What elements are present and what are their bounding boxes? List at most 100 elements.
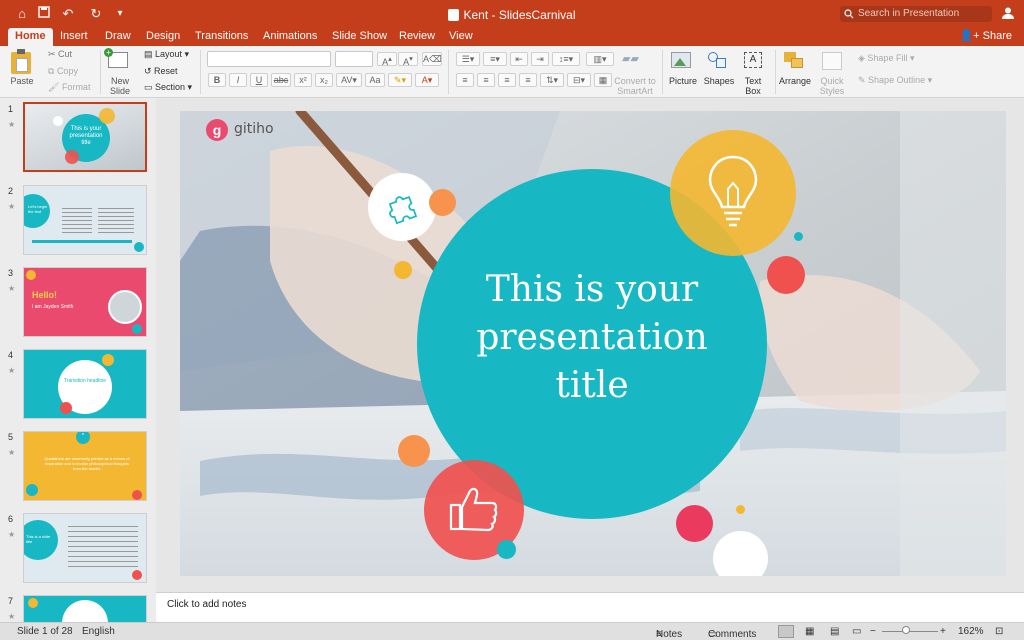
slide-thumbnail-5[interactable]: “ Quotations are commonly printed as a m… <box>23 431 147 501</box>
highlight-button[interactable]: ✎▾ <box>388 73 412 87</box>
cut-button[interactable]: ✂ Cut <box>48 48 72 60</box>
slide-thumbnail-1[interactable]: This is your presentation title <box>23 102 147 172</box>
reset-button[interactable]: ↺ Reset <box>144 65 178 77</box>
shapes-icon[interactable] <box>708 52 728 68</box>
search-placeholder: Search in Presentation <box>858 8 960 19</box>
tab-view[interactable]: View <box>442 28 480 46</box>
clear-format-button[interactable]: A⌫ <box>422 52 442 66</box>
tab-draw[interactable]: Draw <box>98 28 138 46</box>
slideshow-icon[interactable]: ▭ <box>852 626 861 637</box>
layout-button[interactable]: ▤ Layout ▾ <box>144 48 189 60</box>
align-center-button[interactable]: ≡ <box>477 73 495 87</box>
tab-home[interactable]: Home <box>8 28 53 46</box>
search-icon <box>844 9 854 19</box>
share-icon: 👤+ <box>959 30 983 42</box>
brush-icon: 🖌 <box>48 82 62 92</box>
tab-insert[interactable]: Insert <box>53 28 95 46</box>
tab-slide-show[interactable]: Slide Show <box>325 28 394 46</box>
paste-icon[interactable] <box>11 49 31 74</box>
slide-thumbnail-7[interactable] <box>23 595 147 622</box>
zoom-level[interactable]: 162% <box>958 626 984 637</box>
align-text-button[interactable]: ⊟▾ <box>567 73 591 87</box>
character-spacing-button[interactable]: AV▾ <box>336 73 362 87</box>
slide-thumbnail-4[interactable]: Transition headline <box>23 349 147 419</box>
change-case-button[interactable]: Aa <box>365 73 385 87</box>
decrease-indent-button[interactable]: ⇤ <box>510 52 528 66</box>
superscript-button[interactable]: x² <box>294 73 312 87</box>
align-left-button[interactable]: ≡ <box>456 73 474 87</box>
arrange-icon[interactable] <box>784 52 804 70</box>
ribbon: Paste ✂ Cut ⧉ Copy 🖌 Format + New Slide ▤… <box>0 46 1024 98</box>
slide-sorter-icon[interactable]: ▦ <box>805 626 814 637</box>
copy-button[interactable]: ⧉ Copy <box>48 65 78 77</box>
subscript-button[interactable]: x₂ <box>315 73 333 87</box>
picture-button[interactable]: Picture <box>667 76 699 86</box>
quick-styles-icon[interactable] <box>822 52 842 70</box>
normal-view-icon[interactable] <box>778 625 794 638</box>
shapes-button[interactable]: Shapes <box>702 76 736 86</box>
increase-font-button[interactable]: A▴ <box>377 52 397 67</box>
cut-label: Cut <box>58 49 73 59</box>
line-spacing-button[interactable]: ↕≡▾ <box>552 52 580 66</box>
textbox-button[interactable]: Text Box <box>738 76 768 96</box>
zoom-slider-thumb[interactable] <box>902 626 910 634</box>
new-slide-icon[interactable]: + <box>104 48 128 68</box>
tab-design[interactable]: Design <box>139 28 187 46</box>
font-color-button[interactable]: A▾ <box>415 73 439 87</box>
underline-button[interactable]: U <box>250 73 268 87</box>
fit-to-window-icon[interactable]: ⊡ <box>995 626 1003 637</box>
italic-button[interactable]: I <box>229 73 247 87</box>
logo-text: gitiho <box>234 121 274 137</box>
thumbnail-title: Hello! <box>32 290 58 300</box>
new-slide-button[interactable]: New Slide <box>104 76 136 96</box>
strikethrough-button[interactable]: abc <box>271 73 291 87</box>
shape-outline-button[interactable]: ✎ Shape Outline ▾ <box>858 74 932 86</box>
decrease-font-button[interactable]: A▾ <box>398 52 418 67</box>
textbox-icon[interactable]: A <box>744 52 762 68</box>
pen-icon: ✎ <box>858 75 869 85</box>
thumbnail-number: 5 <box>8 432 14 442</box>
text-direction-button[interactable]: ⇅▾ <box>540 73 564 87</box>
zoom-out-button[interactable]: − <box>870 626 876 637</box>
slide-editor: g gitiho This is your presentation title <box>156 98 1024 592</box>
notes-pane[interactable]: Click to add notes <box>156 592 1024 622</box>
slide-title-line-3: title <box>555 365 629 406</box>
convert-smartart-button[interactable]: Convert to SmartArt <box>612 76 658 96</box>
columns-button[interactable]: ▥▾ <box>586 52 614 66</box>
new-slide-label-2: Slide <box>109 86 130 96</box>
slide-thumbnail-6[interactable]: This is a slide title <box>23 513 147 583</box>
font-family-select[interactable] <box>207 51 331 67</box>
language-status[interactable]: English <box>82 626 115 637</box>
quick-styles-label-2: Styles <box>819 86 845 96</box>
quick-styles-button[interactable]: Quick Styles <box>814 76 850 96</box>
format-painter-button[interactable]: 🖌 Format <box>48 81 90 93</box>
align-right-button[interactable]: ≡ <box>498 73 516 87</box>
shape-fill-button[interactable]: ◈ Shape Fill ▾ <box>858 52 914 64</box>
picture-icon[interactable] <box>671 52 691 68</box>
font-size-select[interactable] <box>335 51 373 67</box>
zoom-slider[interactable] <box>882 631 938 632</box>
paste-button[interactable]: Paste <box>8 76 36 86</box>
thumbnail-title: This is your presentation title <box>69 126 103 146</box>
reading-view-icon[interactable]: ▤ <box>830 626 839 637</box>
slide-thumbnail-2[interactable]: Let's begin the test <box>23 185 147 255</box>
slide-thumbnail-3[interactable]: Hello! I am Jayden Smith <box>23 267 147 337</box>
slide-canvas[interactable]: g gitiho This is your presentation title <box>180 111 1006 576</box>
arrange-button[interactable]: Arrange <box>778 76 812 86</box>
tab-animations[interactable]: Animations <box>256 28 324 46</box>
bold-button[interactable]: B <box>208 73 226 87</box>
search-input[interactable]: Search in Presentation <box>840 6 992 22</box>
scissors-icon: ✂ <box>48 49 59 59</box>
share-button[interactable]: 👤+ Share <box>959 28 1012 46</box>
justify-button[interactable]: ≡ <box>519 73 537 87</box>
smartart-graphic-button[interactable]: ▦ <box>594 73 612 87</box>
slide-title[interactable]: This is your presentation title <box>417 266 767 410</box>
numbering-button[interactable]: ≡▾ <box>483 52 507 66</box>
increase-indent-button[interactable]: ⇥ <box>531 52 549 66</box>
tab-transitions[interactable]: Transitions <box>188 28 255 46</box>
section-button[interactable]: ▭ Section ▾ <box>144 81 192 93</box>
zoom-in-button[interactable]: + <box>940 626 946 637</box>
tab-review[interactable]: Review <box>392 28 442 46</box>
account-icon[interactable] <box>1000 6 1016 22</box>
bullets-button[interactable]: ☰▾ <box>456 52 480 66</box>
